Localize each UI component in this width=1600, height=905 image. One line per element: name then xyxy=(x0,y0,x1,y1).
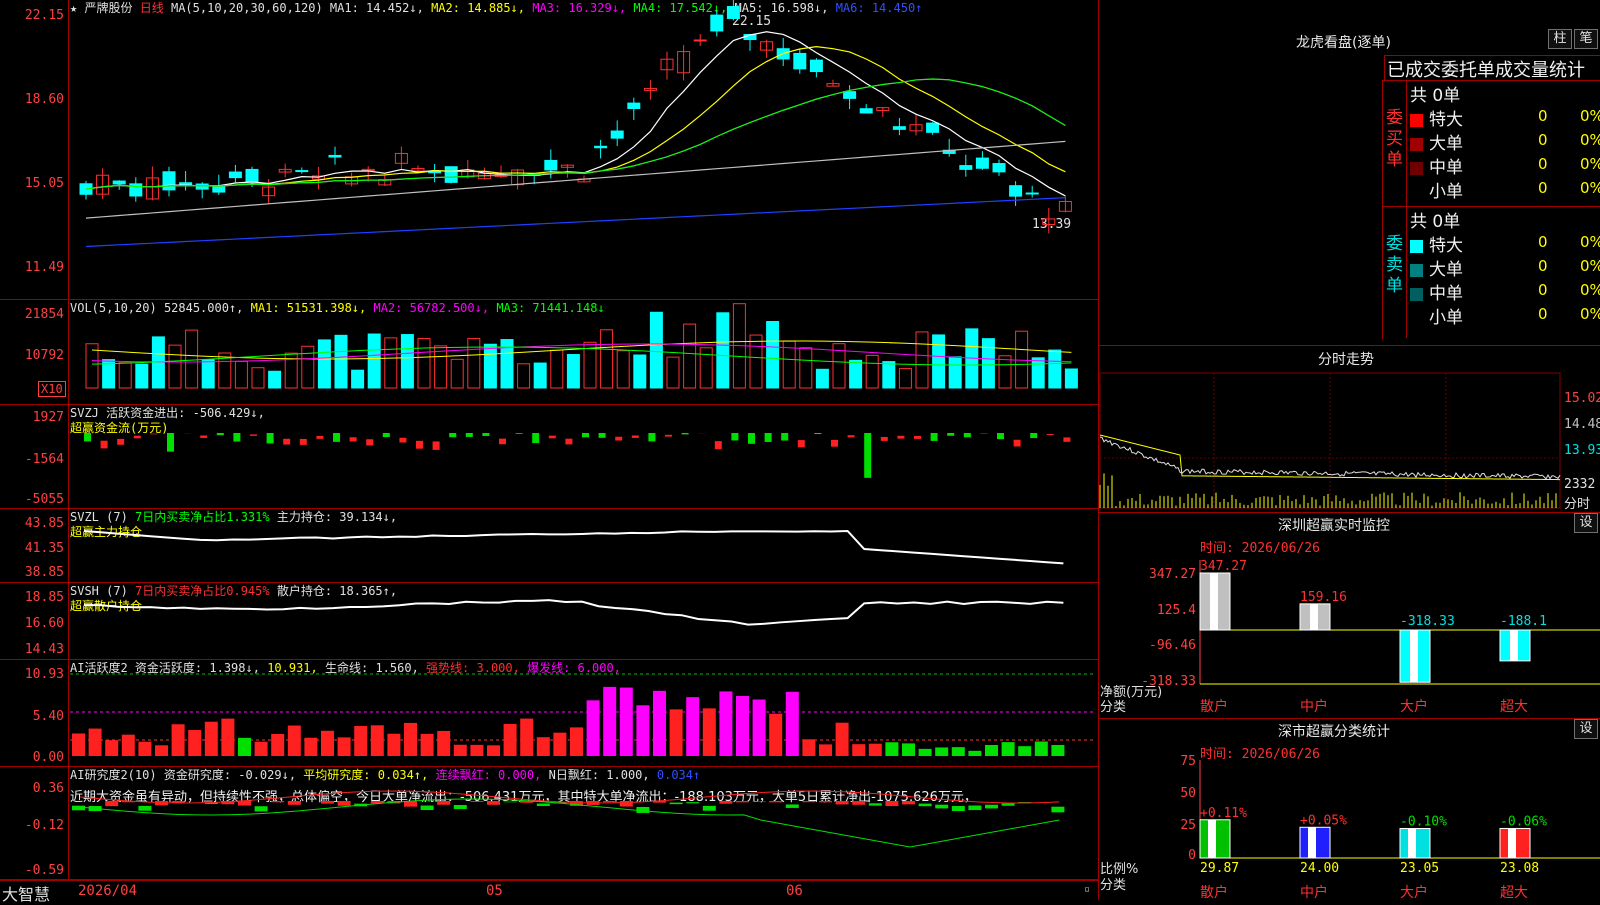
ratio-label: 29.87 xyxy=(1200,861,1239,876)
category-label: 散户 xyxy=(1200,884,1228,900)
change-label: +0.05% xyxy=(1300,813,1347,828)
ratio-label: 23.08 xyxy=(1500,861,1539,876)
category-label: 中户 xyxy=(1300,884,1328,900)
class-bar-highlight xyxy=(1308,827,1316,858)
ratio-label: 23.05 xyxy=(1400,861,1439,876)
class-bar-highlight xyxy=(1408,828,1416,858)
category-label: 大户 xyxy=(1400,884,1428,900)
sz-class-chart: +0.11% 29.87 散户 +0.05% 24.00 中户 -0.10% 23.05 大户 -… xyxy=(0,0,1600,900)
class-bar-highlight xyxy=(1208,820,1216,858)
category-label: 超大 xyxy=(1500,885,1528,900)
ratio-label: 24.00 xyxy=(1300,861,1339,876)
change-label: -0.10% xyxy=(1400,814,1447,829)
class-bar-highlight xyxy=(1508,828,1516,858)
change-label: +0.11% xyxy=(1200,806,1247,821)
change-label: -0.06% xyxy=(1500,814,1547,829)
